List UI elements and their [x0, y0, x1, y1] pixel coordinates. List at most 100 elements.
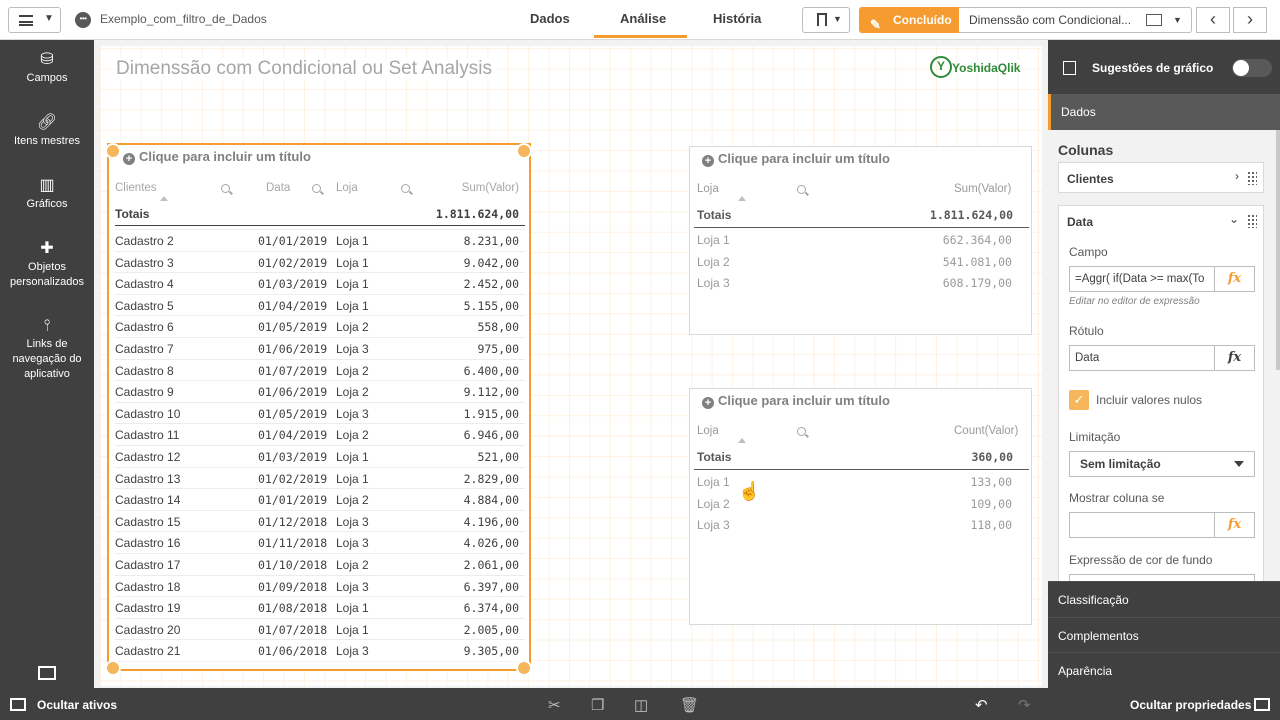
tab-historia[interactable]: História [713, 11, 761, 26]
search-icon[interactable] [312, 184, 321, 193]
table-lojas-count[interactable]: + Clique para incluir um título Loja Coun… [689, 388, 1032, 625]
add-icon: + [702, 397, 714, 409]
active-tab-indicator [594, 35, 687, 38]
column-header[interactable]: Data [266, 182, 290, 194]
include-nulls-checkbox[interactable]: ✓ [1069, 390, 1089, 410]
table-row[interactable]: Cadastro 19 01/08/2018 Loja 1 6.374,00 [115, 596, 525, 618]
expression-button[interactable]: fx [1214, 513, 1254, 537]
table-row[interactable]: Loja 2 541.081,00 [694, 251, 1029, 273]
table-cell: Loja 2 [697, 254, 730, 269]
nav-itens-mestres[interactable]: 🔗︎ Itens mestres [0, 115, 94, 149]
table-row[interactable]: Cadastro 7 01/06/2019 Loja 3 975,00 [115, 337, 525, 359]
object-title[interactable]: + Clique para incluir um título [702, 393, 890, 409]
resize-handle[interactable] [516, 143, 532, 159]
search-icon[interactable] [797, 427, 806, 436]
expression-button[interactable]: fx [1214, 267, 1254, 291]
column-header[interactable]: Sum(Valor) [462, 182, 519, 194]
menu-button[interactable]: ▼ [8, 7, 61, 33]
bgcolor-field[interactable] [1069, 574, 1255, 581]
next-sheet-button[interactable]: › [1233, 7, 1267, 33]
show-column-field[interactable]: fx [1069, 512, 1255, 538]
sheet-title[interactable]: Dimenssão com Condicional ou Set Analysi… [116, 58, 498, 80]
column-header[interactable]: Count(Valor) [954, 425, 1018, 437]
table-row[interactable]: Loja 3 118,00 [694, 514, 1029, 536]
previous-sheet-button[interactable]: ‹ [1196, 7, 1230, 33]
tab-dados[interactable]: Dados [530, 11, 570, 26]
table-row[interactable]: Cadastro 16 01/11/2018 Loja 3 4.026,00 [115, 531, 525, 553]
table-row[interactable]: Cadastro 11 01/04/2019 Loja 2 6.946,00 [115, 423, 525, 445]
suggestions-toggle[interactable] [1232, 59, 1272, 77]
column-header[interactable]: Loja [697, 183, 719, 195]
table-cell: Loja 1 [697, 475, 730, 489]
table-row[interactable]: Cadastro 18 01/09/2018 Loja 3 6.397,00 [115, 574, 525, 597]
hide-assets-button[interactable]: Ocultar ativos [37, 698, 117, 712]
nav-label: Itens mestres [13, 135, 81, 147]
column-header[interactable]: Sum(Valor) [954, 183, 1011, 195]
column-name[interactable]: Data [1067, 215, 1093, 229]
table-row[interactable]: Cadastro 17 01/10/2018 Loja 2 2.061,00 [115, 553, 525, 575]
table-row[interactable]: Cadastro 2 01/01/2019 Loja 1 8.231,00 [115, 229, 525, 251]
nav-objetos-personalizados[interactable]: ✚ Objetos personalizados [0, 241, 94, 290]
column-header[interactable]: Loja [336, 182, 358, 194]
table-row[interactable]: Cadastro 8 01/07/2019 Loja 2 6.400,00 [115, 358, 525, 381]
properties-scrollbar[interactable] [1276, 130, 1280, 581]
table-row[interactable]: Cadastro 20 01/07/2018 Loja 1 2.005,00 [115, 617, 525, 640]
nav-links[interactable]: ⫯ Links de navegação do aplicativo [0, 318, 94, 382]
nav-graficos[interactable]: ▥ Gráficos [0, 178, 94, 212]
object-title[interactable]: + Clique para incluir um título [702, 151, 890, 167]
search-icon[interactable] [221, 184, 230, 193]
table-cell: 01/06/2019 [258, 385, 328, 400]
search-icon[interactable] [401, 184, 410, 193]
section-complementos[interactable]: Complementos [1048, 617, 1280, 653]
cut-icon[interactable]: ✂ [548, 696, 561, 714]
chevron-down-icon[interactable]: ⌄ [1229, 212, 1239, 226]
rotulo-field[interactable]: Data fx [1069, 345, 1255, 371]
scrollbar-thumb[interactable] [1276, 130, 1280, 370]
column-header[interactable]: Loja [697, 425, 719, 437]
table-lojas-sum[interactable]: + Clique para incluir um título Loja Sum(… [689, 146, 1032, 335]
redo-icon[interactable]: ↷ [1018, 696, 1031, 714]
section-aparencia[interactable]: Aparência [1048, 652, 1280, 688]
table-row[interactable]: Cadastro 3 01/02/2019 Loja 1 9.042,00 [115, 250, 525, 273]
sheet-canvas[interactable]: Dimenssão com Condicional ou Set Analysi… [100, 46, 1042, 686]
nav-campos[interactable]: ⛁ Campos [0, 52, 94, 86]
expression-button[interactable]: fx [1214, 346, 1254, 370]
section-dados[interactable]: Dados [1048, 94, 1280, 130]
table-row[interactable]: Cadastro 13 01/02/2019 Loja 1 2.829,00 [115, 466, 525, 489]
column-header[interactable]: Clientes [115, 182, 157, 194]
table-row[interactable]: Loja 1 662.364,00 [694, 229, 1029, 251]
delete-icon[interactable]: 🗑︎ [680, 696, 699, 714]
drag-handle-icon[interactable] [1247, 214, 1257, 228]
section-classificacao[interactable]: Classificação [1048, 581, 1280, 617]
table-row[interactable]: Cadastro 14 01/01/2019 Loja 2 4.884,00 [115, 488, 525, 510]
object-title[interactable]: + Clique para incluir um título [123, 149, 311, 165]
table-row[interactable]: Cadastro 5 01/04/2019 Loja 1 5.155,00 [115, 293, 525, 316]
paste-icon[interactable]: ◫ [634, 696, 648, 714]
table-row[interactable]: Cadastro 10 01/05/2019 Loja 3 1.915,00 [115, 401, 525, 424]
column-card-clientes[interactable]: Clientes › [1058, 162, 1264, 193]
panel-icon[interactable] [38, 666, 56, 680]
resize-handle[interactable] [105, 660, 121, 676]
drag-handle-icon[interactable] [1247, 171, 1257, 185]
resize-handle[interactable] [516, 660, 532, 676]
table-cell: 662.364,00 [942, 233, 1012, 247]
resize-handle[interactable] [105, 143, 121, 159]
app-title[interactable]: Exemplo_com_filtro_de_Dados [100, 12, 267, 26]
table-row[interactable]: Loja 3 608.179,00 [694, 272, 1029, 294]
table-row[interactable]: Cadastro 4 01/03/2019 Loja 1 2.452,00 [115, 272, 525, 294]
search-icon[interactable] [797, 185, 806, 194]
done-button[interactable]: ✎ Concluído [859, 7, 959, 33]
table-row[interactable]: Cadastro 12 01/03/2019 Loja 1 521,00 [115, 445, 525, 467]
sheet-selector[interactable]: Dimenssão com Condicional... ▼ [959, 7, 1192, 33]
table-row[interactable]: Cadastro 9 01/06/2019 Loja 2 9.112,00 [115, 380, 525, 402]
hide-properties-button[interactable]: Ocultar propriedades [1130, 698, 1251, 712]
bookmark-button[interactable]: ▼ [802, 7, 850, 33]
campo-field[interactable]: =Aggr( if(Data >= max(To fx [1069, 266, 1255, 292]
table-clientes[interactable]: + Clique para incluir um título Clientes … [107, 143, 531, 671]
limit-dropdown[interactable]: Sem limitação [1069, 451, 1255, 477]
copy-icon[interactable]: ❐ [591, 696, 604, 714]
undo-icon[interactable]: ↶ [975, 696, 988, 714]
table-row[interactable]: Cadastro 15 01/12/2018 Loja 3 4.196,00 [115, 509, 525, 532]
tab-analise[interactable]: Análise [620, 11, 666, 26]
table-row[interactable]: Cadastro 6 01/05/2019 Loja 2 558,00 [115, 315, 525, 337]
